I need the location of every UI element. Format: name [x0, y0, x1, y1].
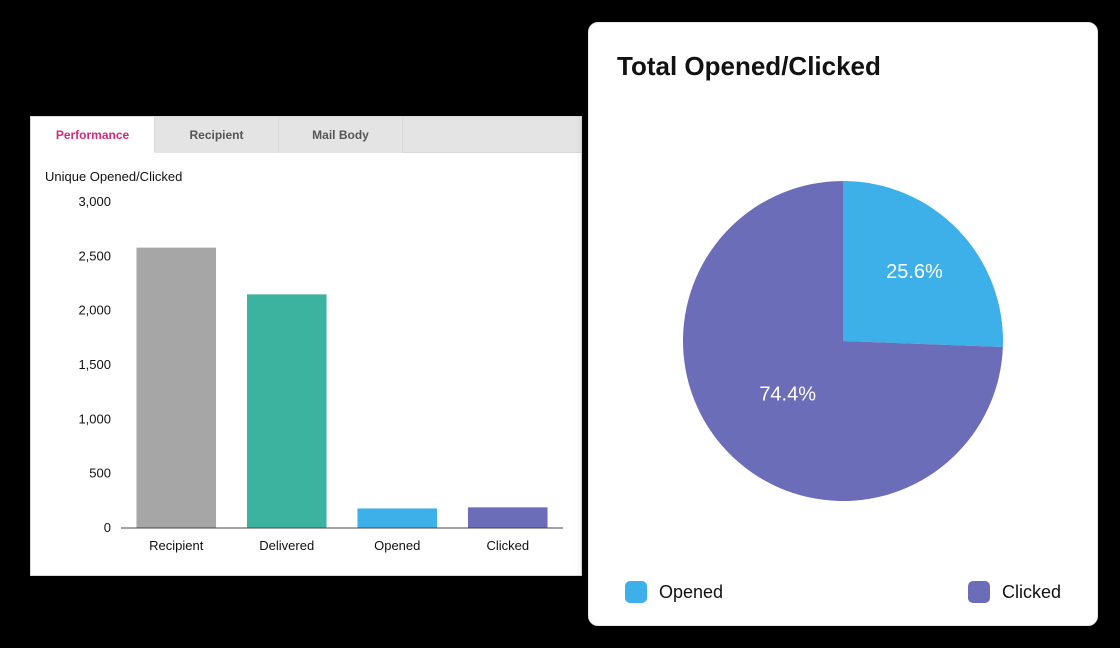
pie-chart: 25.6% 74.4% [617, 110, 1069, 571]
bar-ytick: 500 [89, 466, 111, 481]
tabs: Performance Recipient Mail Body [31, 117, 581, 153]
legend-opened: Opened [625, 581, 723, 603]
bar-xtick: Delivered [259, 538, 314, 553]
pie-label-opened: 25.6% [886, 261, 943, 283]
bar-xtick: Opened [374, 538, 420, 553]
legend-label-opened: Opened [659, 582, 723, 603]
bar-ytick: 3,000 [78, 194, 111, 209]
legend-label-clicked: Clicked [1002, 582, 1061, 603]
bar-recipient [136, 248, 216, 528]
pie-label-clicked: 74.4% [759, 383, 816, 405]
legend-clicked: Clicked [968, 581, 1061, 603]
bar-chart-title: Unique Opened/Clicked [45, 169, 567, 184]
bar-delivered [247, 294, 327, 528]
bar-xtick: Recipient [149, 538, 204, 553]
bar-chart: Unique Opened/Clicked 0 500 1,000 1,500 2,00… [31, 153, 581, 582]
bar-clicked [468, 507, 548, 528]
tab-recipient[interactable]: Recipient [155, 117, 279, 153]
bar-ytick: 2,500 [78, 248, 111, 263]
pie-title: Total Opened/Clicked [617, 51, 1069, 82]
legend-swatch-opened [625, 581, 647, 603]
bar-ytick: 1,500 [78, 357, 111, 372]
legend-swatch-clicked [968, 581, 990, 603]
pie-card: Total Opened/Clicked 25.6% 74.4% Opened C… [588, 22, 1098, 626]
bar-chart-svg: 0 500 1,000 1,500 2,000 2,500 3,000 Recipient De… [41, 188, 571, 568]
tab-performance[interactable]: Performance [31, 117, 155, 153]
pie-chart-svg: 25.6% 74.4% [673, 171, 1013, 511]
bar-ytick: 0 [104, 520, 111, 535]
bar-ytick: 2,000 [78, 303, 111, 318]
tab-mail-body[interactable]: Mail Body [279, 117, 403, 153]
bar-opened [357, 508, 437, 528]
bar-xtick: Clicked [486, 538, 529, 553]
bar-ytick: 1,000 [78, 411, 111, 426]
analytics-panel: Performance Recipient Mail Body Unique O… [30, 116, 582, 576]
pie-legend: Opened Clicked [617, 581, 1069, 603]
